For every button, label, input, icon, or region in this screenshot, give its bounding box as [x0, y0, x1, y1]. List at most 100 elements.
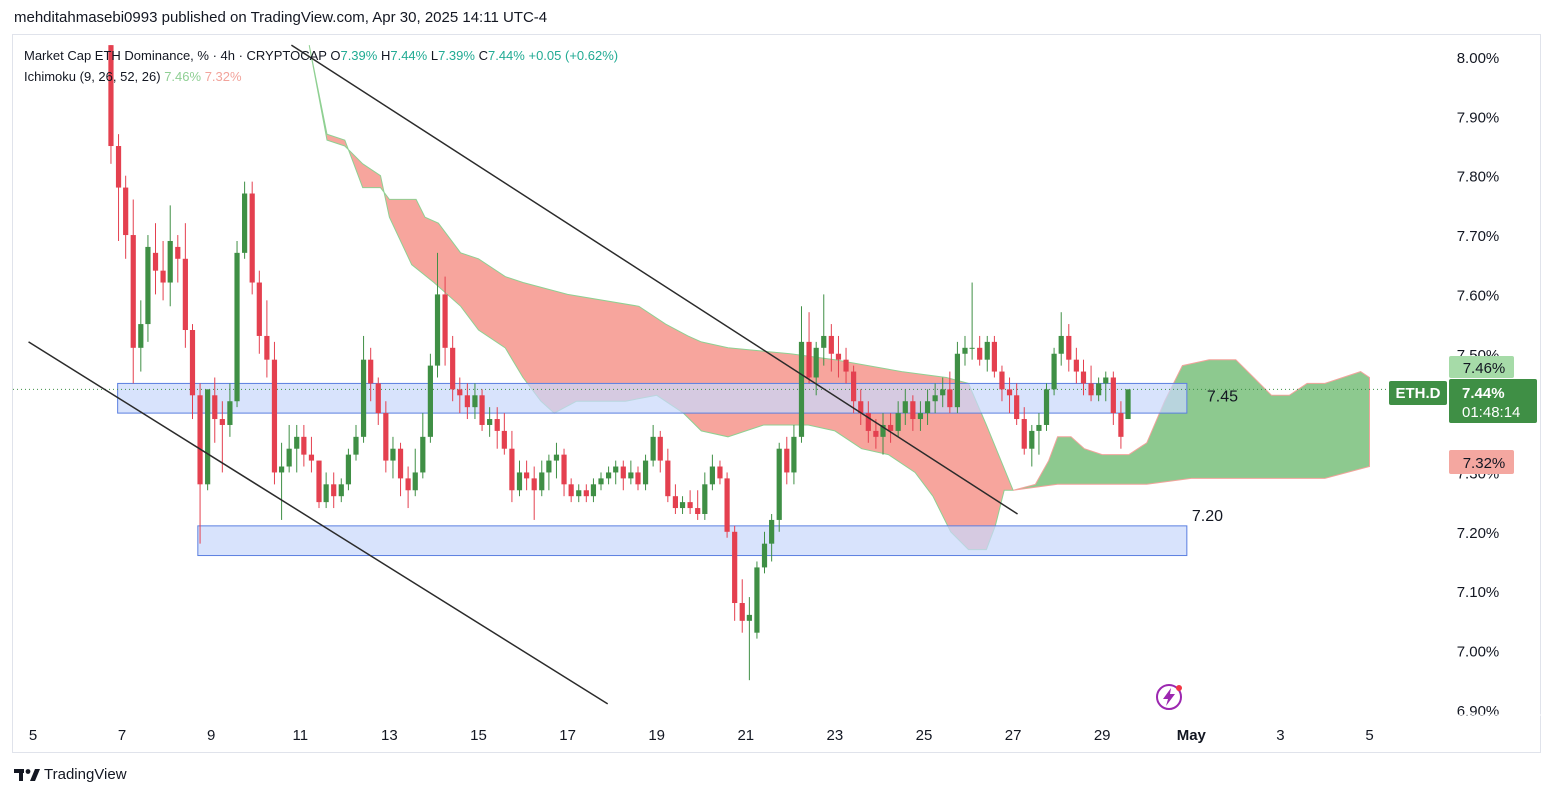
candle[interactable] [271, 341, 278, 485]
candle[interactable] [1051, 347, 1057, 396]
candle[interactable] [657, 430, 663, 473]
candle[interactable] [746, 597, 752, 681]
candle[interactable] [479, 389, 485, 431]
candle[interactable] [954, 341, 961, 414]
lightning-icon[interactable] [1156, 684, 1182, 710]
candle[interactable] [316, 460, 322, 509]
candle[interactable] [331, 472, 337, 509]
candle[interactable] [665, 448, 671, 503]
price-chart[interactable]: 7.457.208.00%7.90%7.80%7.70%7.60%7.50%7.… [0, 0, 1554, 798]
candle[interactable] [138, 300, 144, 372]
candle[interactable] [650, 424, 656, 467]
candle[interactable] [286, 424, 292, 473]
candle[interactable] [234, 240, 240, 408]
candle[interactable] [323, 472, 329, 509]
candle[interactable] [642, 454, 649, 491]
candle[interactable] [130, 199, 136, 384]
candle[interactable] [145, 235, 151, 342]
candle[interactable] [294, 424, 300, 473]
candle[interactable] [420, 413, 426, 479]
candle[interactable] [338, 478, 344, 503]
candle[interactable] [152, 223, 159, 295]
candle[interactable] [167, 205, 173, 307]
candle[interactable] [242, 181, 248, 259]
candle[interactable] [806, 312, 812, 384]
candle[interactable] [405, 466, 411, 509]
candle[interactable] [605, 466, 612, 485]
candle[interactable] [620, 460, 626, 491]
candle[interactable] [709, 454, 715, 491]
candle[interactable] [249, 181, 255, 295]
candle[interactable] [1043, 383, 1050, 431]
candle[interactable] [672, 484, 679, 514]
candle[interactable] [1066, 324, 1072, 372]
last-price-badge[interactable]: ETH.D 7.44% 01:48:14 [1389, 379, 1537, 423]
candle[interactable] [1021, 407, 1027, 455]
candle[interactable] [539, 460, 545, 497]
candle[interactable] [687, 490, 693, 514]
candle[interactable] [278, 442, 285, 520]
candle[interactable] [583, 484, 589, 503]
candle[interactable] [695, 490, 701, 520]
candle[interactable] [516, 460, 523, 497]
candle[interactable] [390, 436, 396, 479]
candle[interactable] [301, 424, 307, 467]
candle[interactable] [1029, 424, 1035, 467]
candle[interactable] [702, 472, 708, 520]
candle[interactable] [123, 175, 129, 259]
candle[interactable] [412, 448, 418, 497]
candle[interactable] [576, 484, 582, 503]
candle[interactable] [1073, 347, 1079, 384]
candle[interactable] [553, 442, 560, 479]
time-axis[interactable]: 5 7 9 11 13 15 17 19 21 23 25 27 29 May 3 5 [13, 714, 1541, 744]
candle[interactable] [628, 460, 634, 485]
candle[interactable] [375, 377, 381, 425]
candle[interactable] [345, 448, 352, 491]
candle[interactable] [784, 436, 790, 485]
candle[interactable] [427, 353, 433, 443]
candle[interactable] [739, 579, 745, 633]
candle[interactable] [264, 300, 270, 378]
zone-box-1[interactable] [117, 382, 1188, 414]
candle[interactable] [397, 442, 404, 497]
candle[interactable] [984, 335, 990, 372]
candle[interactable] [531, 466, 537, 520]
candle[interactable] [969, 282, 975, 360]
candle[interactable] [160, 240, 166, 301]
candle[interactable] [1110, 371, 1116, 425]
candle[interactable] [732, 525, 738, 621]
candle[interactable] [256, 270, 262, 354]
candle[interactable] [175, 235, 181, 283]
candle[interactable] [546, 454, 552, 491]
candle[interactable] [635, 466, 641, 491]
candle[interactable] [991, 335, 997, 378]
candle[interactable] [501, 413, 507, 455]
candle[interactable] [724, 472, 730, 538]
candle[interactable] [509, 430, 515, 503]
candle[interactable] [1058, 312, 1064, 366]
candle[interactable] [717, 460, 723, 485]
candle[interactable] [821, 294, 827, 366]
candle[interactable] [791, 424, 797, 485]
candle[interactable] [776, 442, 782, 532]
candle[interactable] [679, 496, 686, 514]
candle[interactable] [115, 134, 122, 241]
candle[interactable] [598, 472, 604, 491]
candle[interactable] [524, 460, 530, 491]
candle[interactable] [561, 448, 567, 497]
candle[interactable] [962, 335, 968, 366]
candle-body [806, 341, 812, 378]
candle[interactable] [205, 389, 211, 491]
candle[interactable] [1036, 413, 1042, 455]
candle[interactable] [977, 335, 983, 366]
candle[interactable] [568, 478, 574, 503]
candle[interactable] [754, 561, 760, 639]
candle[interactable] [613, 460, 619, 485]
candle[interactable] [1125, 389, 1131, 420]
candle[interactable] [197, 383, 203, 544]
candle[interactable] [590, 478, 597, 503]
candle[interactable] [182, 223, 188, 348]
candle[interactable] [353, 424, 359, 461]
candle[interactable] [360, 335, 367, 443]
candle[interactable] [308, 436, 315, 473]
